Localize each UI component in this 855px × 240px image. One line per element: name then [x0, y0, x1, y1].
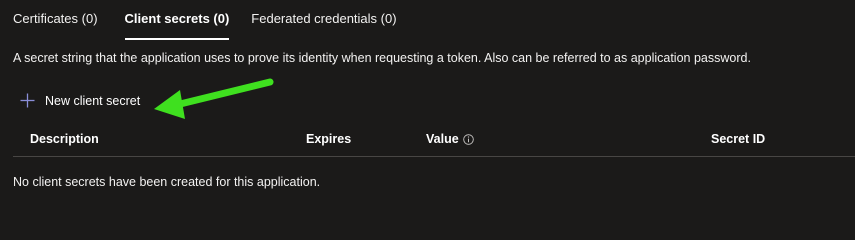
tab-federated-credentials[interactable]: Federated credentials (0) — [251, 0, 396, 40]
empty-table-message: No client secrets have been created for … — [13, 175, 321, 189]
app-registration-secrets-panel: Certificates (0) Client secrets (0) Fede… — [0, 0, 855, 200]
secrets-table-header: Description Expires Value Secret ID — [13, 123, 855, 157]
new-client-secret-button[interactable]: New client secret — [20, 93, 140, 108]
info-icon[interactable] — [462, 133, 474, 145]
arrow-annotation-icon — [154, 78, 274, 119]
column-header-description[interactable]: Description — [30, 132, 99, 146]
plus-icon — [20, 93, 35, 108]
column-header-secret-id[interactable]: Secret ID — [711, 132, 765, 146]
section-description: A secret string that the application use… — [13, 51, 751, 65]
column-header-value[interactable]: Value — [426, 132, 474, 146]
new-client-secret-label: New client secret — [45, 93, 141, 108]
column-header-expires[interactable]: Expires — [306, 132, 351, 146]
tab-client-secrets[interactable]: Client secrets (0) — [124, 0, 229, 40]
column-header-value-label: Value — [426, 132, 459, 146]
tab-certificates[interactable]: Certificates (0) — [13, 0, 98, 40]
tab-bar: Certificates (0) Client secrets (0) Fede… — [13, 0, 397, 40]
